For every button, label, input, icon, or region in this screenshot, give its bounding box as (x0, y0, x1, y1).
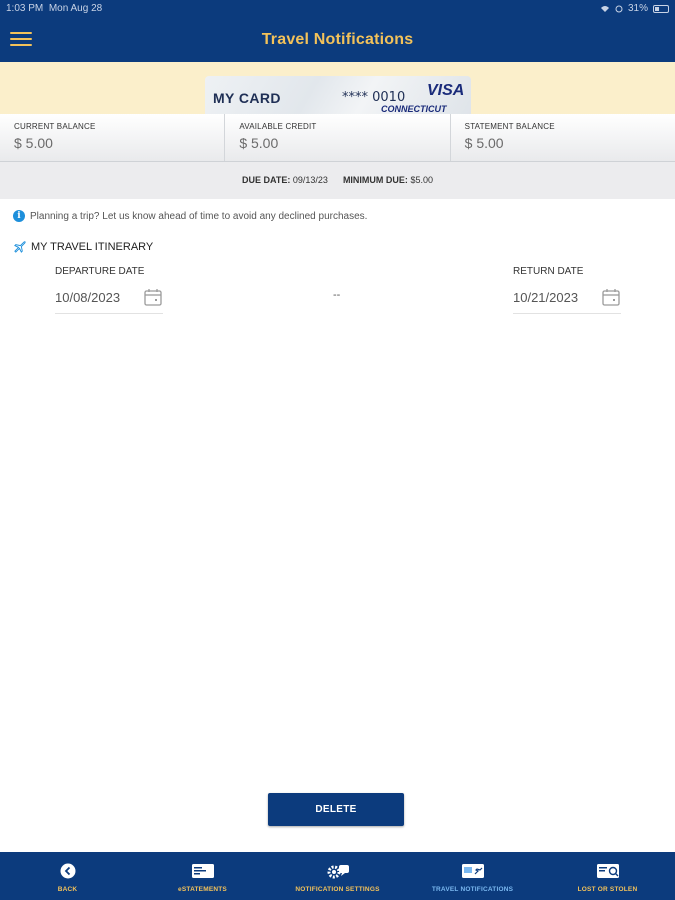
nav-travel-notifications[interactable]: TRAVEL NOTIFICATIONS (405, 852, 540, 900)
due-date-value: 09/13/23 (292, 175, 328, 185)
page-title: Travel Notifications (261, 31, 414, 48)
return-date-field[interactable]: 10/21/2023 (513, 286, 621, 314)
nav-lost-or-stolen[interactable]: LOST OR STOLEN (540, 852, 675, 900)
nav-label: BACK (57, 886, 78, 893)
itinerary-heading: MY TRAVEL ITINERARY (13, 240, 153, 253)
nav-label: TRAVEL NOTIFICATIONS (431, 886, 514, 893)
departure-date-label: DEPARTURE DATE (55, 266, 145, 277)
minimum-due-label: MINIMUM DUE: (342, 175, 408, 185)
info-message: i Planning a trip? Let us know ahead of … (13, 210, 367, 222)
card-image[interactable]: MY CARD **** 0010 VISA CONNECTICUT (205, 76, 471, 114)
airplane-icon (14, 241, 26, 253)
location-icon (615, 5, 623, 12)
nav-label: NOTIFICATION SETTINGS (295, 886, 380, 893)
balance-summary: CURRENT BALANCE $ 5.00 AVAILABLE CREDIT … (0, 114, 675, 162)
nav-estatements[interactable]: eSTATEMENTS (135, 852, 270, 900)
info-icon: i (13, 210, 25, 222)
due-date-label: DUE DATE: (242, 175, 291, 185)
status-bar: 1:03 PM Mon Aug 28 31% (0, 0, 675, 18)
status-icons: 31% (600, 3, 669, 14)
info-text: Planning a trip? Let us know ahead of ti… (30, 210, 368, 222)
balance-label: AVAILABLE CREDIT (239, 122, 317, 131)
battery-icon (653, 4, 669, 13)
wifi-icon (600, 5, 609, 12)
balance-value: $ 5.00 (14, 135, 53, 151)
date-separator: -- (333, 289, 341, 301)
delete-button[interactable]: DELETE (268, 793, 404, 826)
lost-card-icon (595, 862, 621, 880)
departure-date-block: DEPARTURE DATE 10/08/2023 (55, 266, 163, 314)
return-date-value: 10/21/2023 (513, 290, 579, 305)
nav-label: eSTATEMENTS (178, 886, 227, 893)
current-balance: CURRENT BALANCE $ 5.00 (0, 114, 224, 161)
status-time-value: 1:03 PM (6, 3, 44, 14)
nav-back[interactable]: BACK (0, 852, 135, 900)
travel-card-icon (460, 862, 486, 880)
balance-value: $ 5.00 (239, 135, 279, 151)
departure-date-field[interactable]: 10/08/2023 (55, 286, 163, 314)
gear-chat-icon (325, 862, 351, 880)
battery-percent: 31% (627, 3, 648, 14)
return-date-block: RETURN DATE 10/21/2023 (513, 266, 621, 314)
back-arrow-icon (55, 862, 81, 880)
available-credit: AVAILABLE CREDIT $ 5.00 (224, 114, 449, 161)
departure-date-value: 10/08/2023 (55, 290, 121, 305)
due-info: DUE DATE: 09/13/23 MINIMUM DUE: $5.00 (0, 162, 675, 199)
itinerary-title: MY TRAVEL ITINERARY (31, 240, 154, 253)
top-bar: 1:03 PM Mon Aug 28 31% Travel Notificati… (0, 0, 675, 62)
card-banner: MY CARD **** 0010 VISA CONNECTICUT (0, 62, 675, 114)
statement-balance: STATEMENT BALANCE $ 5.00 (449, 114, 675, 161)
status-time: 1:03 PM Mon Aug 28 (6, 3, 102, 14)
calendar-icon[interactable] (601, 287, 621, 307)
card-issuer-logo: CONNECTICUT (381, 104, 447, 114)
balance-label: CURRENT BALANCE (14, 122, 96, 131)
minimum-due-value: $5.00 (410, 175, 433, 185)
nav-notification-settings[interactable]: NOTIFICATION SETTINGS (270, 852, 405, 900)
return-date-label: RETURN DATE (513, 266, 584, 277)
bottom-navigation: BACK eSTATEMENTS NOTIFICATION SETTINGS T… (0, 852, 675, 900)
balance-value: $ 5.00 (464, 135, 504, 151)
status-date: Mon Aug 28 (48, 3, 103, 14)
balance-label: STATEMENT BALANCE (464, 122, 555, 131)
statement-icon (190, 862, 216, 880)
visa-logo: VISA (427, 82, 465, 99)
card-number: **** 0010 (342, 90, 406, 105)
nav-label: LOST OR STOLEN (577, 886, 638, 893)
calendar-icon[interactable] (143, 287, 163, 307)
card-name: MY CARD (213, 90, 281, 106)
